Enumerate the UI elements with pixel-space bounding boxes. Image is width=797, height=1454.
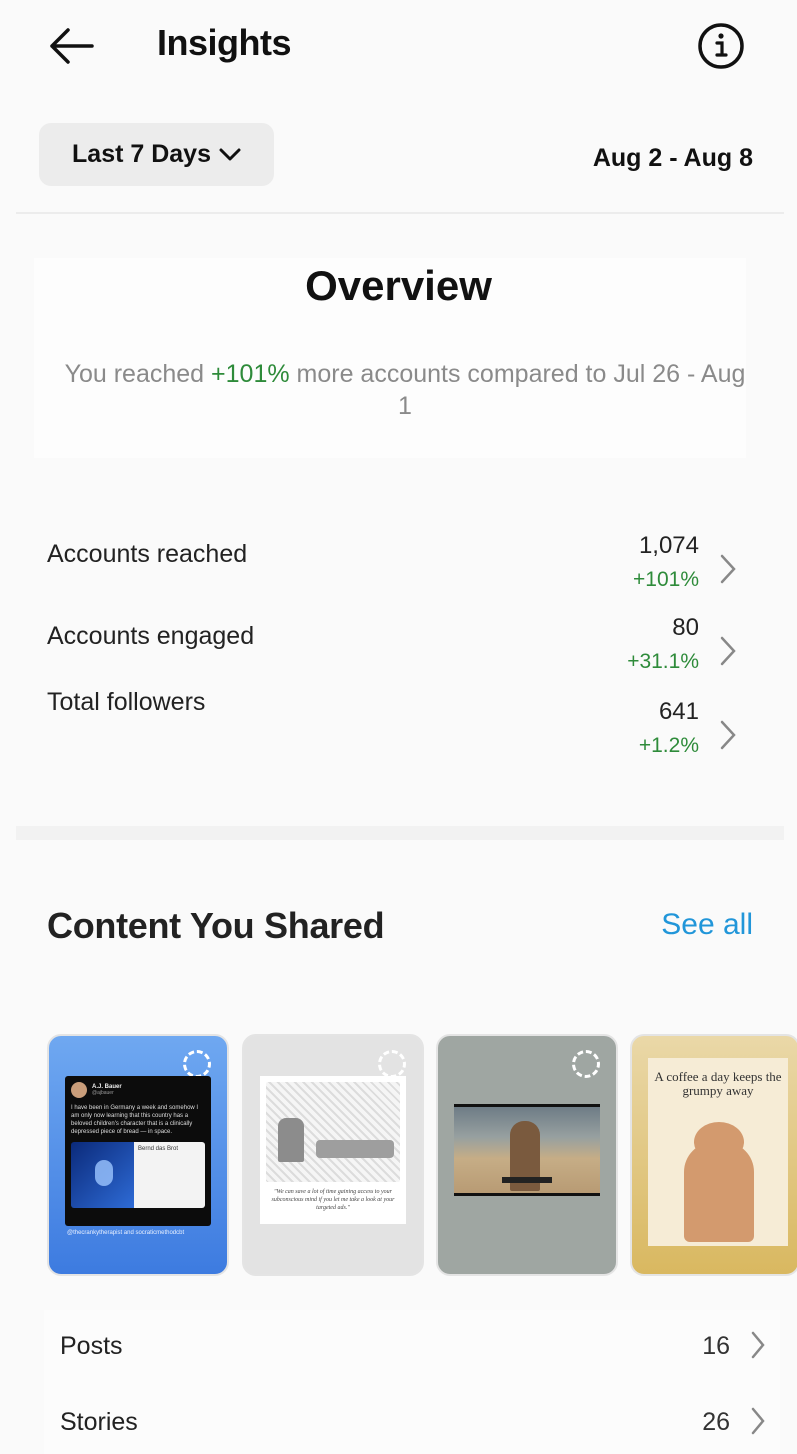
metric-label: Accounts engaged [47,622,255,650]
info-button[interactable] [697,22,745,70]
list-value: 26 [702,1408,730,1436]
video-still [454,1104,600,1196]
metric-change: +101% [633,568,699,591]
info-circle-icon [698,23,744,69]
metric-value: 641 [658,698,699,725]
summary-suffix: more accounts compared to Jul 26 - Aug 1 [289,360,746,420]
chevron-right-icon [751,1407,765,1435]
list-value: 16 [702,1332,730,1360]
date-range-text: Aug 2 - Aug 8 [592,144,753,172]
chevron-right-icon [751,1331,765,1359]
date-range-dropdown[interactable]: Last 7 Days [39,123,274,186]
tweet-photo [71,1142,134,1208]
metric-value: 1,074 [638,532,699,559]
date-range-dropdown-label: Last 7 Days [72,140,211,168]
see-all-link[interactable]: See all [661,908,753,942]
list-label: Stories [60,1408,138,1436]
metric-row-total-followers[interactable]: Total followers 641 +1.2% [0,682,797,757]
divider [16,212,784,214]
section-divider [16,826,784,840]
cartoon-image: "We can save a lot of time gaining acces… [260,1076,406,1224]
chevron-right-icon [720,554,736,584]
overview-title: Overview [305,262,492,309]
metric-row-accounts-reached[interactable]: Accounts reached 1,074 +101% [0,516,797,591]
chevron-right-icon [720,720,736,750]
app-header: Insights [0,0,797,95]
content-thumbnail[interactable]: A.J. Bauer @ajbauer I have been in Germa… [47,1034,229,1276]
tweet-embedded-title: Bernd das Brot [134,1142,205,1208]
overview-summary: You reached +101% more accounts compared… [60,358,750,422]
tweet-handle: @ajbauer [92,1090,114,1096]
metric-change: +31.1% [627,650,699,673]
cartoon-quote: "We can save a lot of time gaining acces… [271,1189,395,1211]
tweet-image: A.J. Bauer @ajbauer I have been in Germa… [65,1076,211,1226]
cartoon-art [266,1082,400,1182]
metric-label: Total followers [47,688,206,716]
content-thumbnail[interactable]: A coffee a day keeps the grumpy away [630,1034,797,1276]
metric-change: +1.2% [638,734,699,757]
thumbnail-caption: @thecrankytherapist and socraticmethodcb… [67,1230,185,1236]
content-thumbnails: A.J. Bauer @ajbauer I have been in Germa… [47,1034,797,1276]
metric-value: 80 [672,614,699,641]
content-thumbnail[interactable] [436,1034,618,1276]
metric-label: Accounts reached [47,540,248,568]
cat-quote: A coffee a day keeps the grumpy away [654,1069,782,1098]
page-title: Insights [157,22,292,63]
list-label: Posts [60,1332,123,1360]
cat-illustration: A coffee a day keeps the grumpy away [648,1058,788,1246]
tweet-text: I have been in Germany a week and someho… [71,1105,199,1135]
metric-row-accounts-engaged[interactable]: Accounts engaged 80 +31.1% [0,598,797,673]
arrow-left-icon [50,28,94,64]
story-ring-icon [183,1050,211,1078]
summary-highlight: +101% [211,360,290,388]
list-item-stories[interactable]: Stories 26 [44,1386,780,1454]
cat-figure [684,1122,754,1242]
chevron-down-icon [219,148,241,160]
content-section-title: Content You Shared [47,905,385,946]
story-ring-icon [378,1050,406,1078]
back-button[interactable] [46,24,96,68]
list-item-posts[interactable]: Posts 16 [44,1310,780,1380]
avatar [71,1082,87,1098]
summary-prefix: You reached [64,360,212,388]
content-counts-list: Posts 16 Stories 26 [44,1310,780,1454]
story-ring-icon [572,1050,600,1078]
chevron-right-icon [720,636,736,666]
content-thumbnail[interactable]: "We can save a lot of time gaining acces… [242,1034,424,1276]
